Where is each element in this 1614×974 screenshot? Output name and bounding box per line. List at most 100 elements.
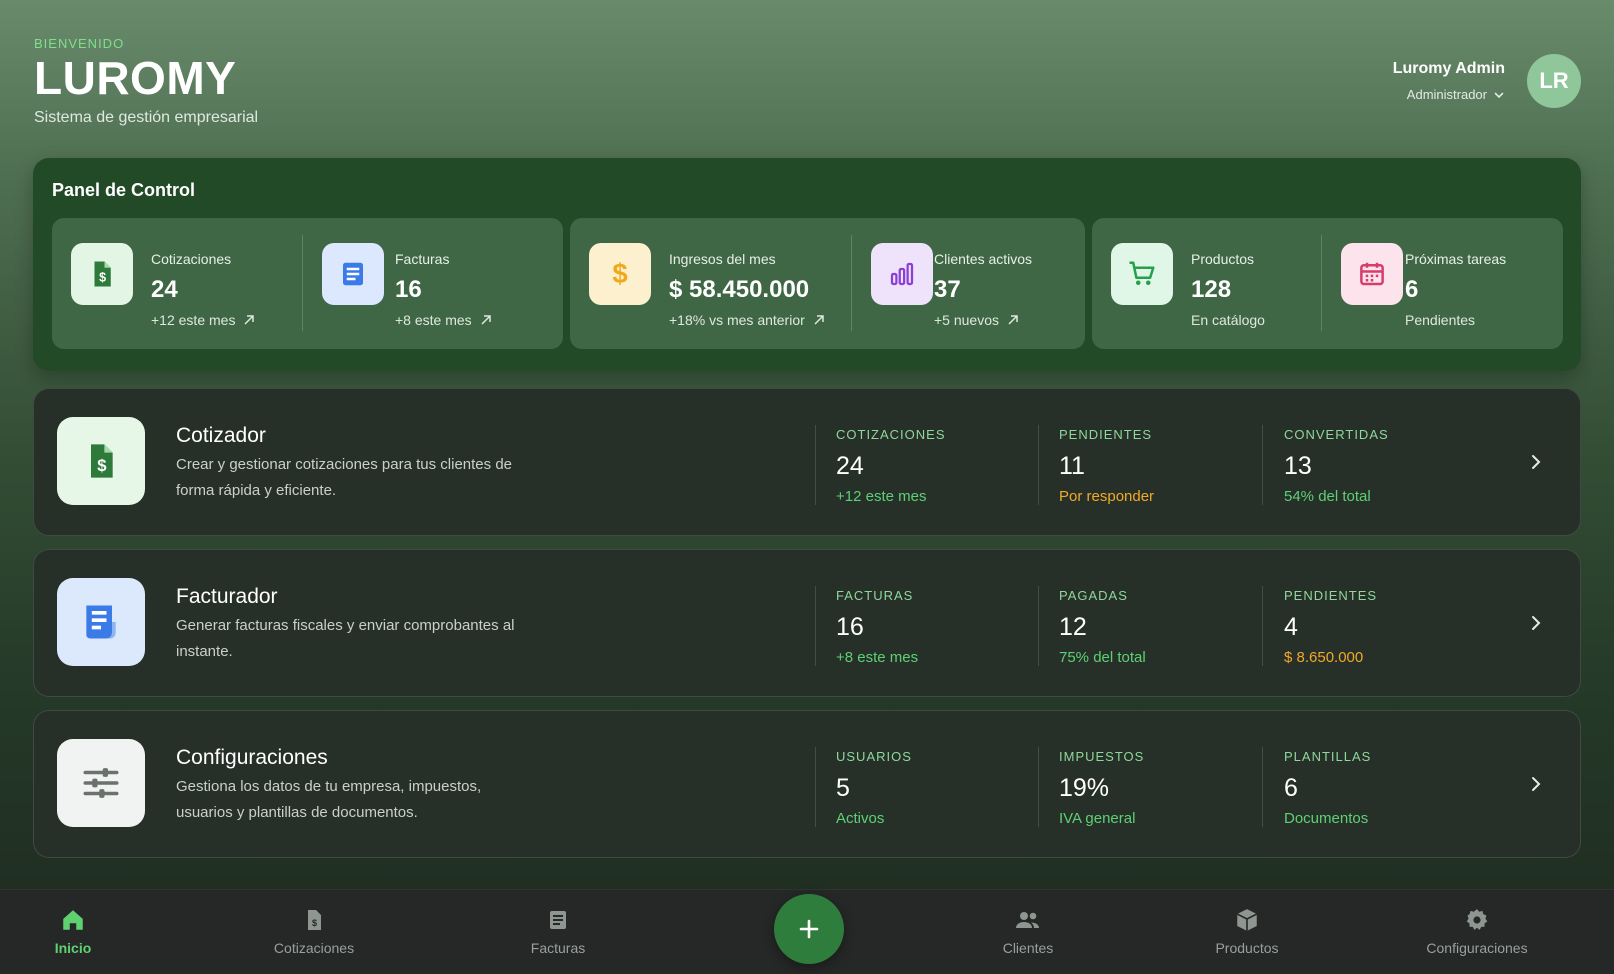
stat-clientes[interactable]: Clientes activos 37 +5 nuevos — [852, 218, 1085, 349]
stat-group-documents: $ Cotizaciones 24 +12 este mes Facturas … — [52, 218, 563, 349]
nav-item-productos[interactable]: Productos — [1177, 906, 1317, 956]
metric-value: 13 — [1284, 452, 1312, 480]
metric-value: 19% — [1059, 774, 1110, 802]
cart-icon — [1111, 243, 1173, 305]
metric-sub: IVA general — [1059, 810, 1136, 827]
chevron-down-icon — [1494, 92, 1504, 98]
chevron-right-icon[interactable] — [1526, 613, 1546, 633]
stat-sub-text: +8 este mes — [395, 312, 472, 328]
stat-group-operations: Productos 128 En catálogo Próximas tarea… — [1092, 218, 1563, 349]
user-name: Luromy Admin — [1392, 60, 1505, 77]
stat-sub: En catálogo — [1191, 312, 1265, 328]
svg-text:$: $ — [612, 259, 627, 289]
metric-sub: Activos — [836, 810, 885, 827]
metric-label: PENDIENTES — [1059, 427, 1153, 442]
metric-label: PLANTILLAS — [1284, 749, 1372, 764]
metric-label: PENDIENTES — [1284, 588, 1378, 603]
stat-value: $ 58.450.000 — [669, 276, 810, 303]
metric-facturas: FACTURAS 16 +8 este mes — [836, 588, 918, 666]
metric-sub: Por responder — [1059, 488, 1155, 505]
nav-label: Inicio — [54, 940, 92, 956]
box-icon — [1177, 906, 1317, 934]
metric-cotizaciones: COTIZACIONES 24 +12 este mes — [836, 427, 946, 505]
calendar-icon — [1341, 243, 1403, 305]
nav-label: Cotizaciones — [273, 940, 355, 956]
stat-label: Facturas — [395, 251, 450, 267]
metric-value: 16 — [836, 613, 864, 641]
nav-label: Clientes — [1002, 940, 1054, 956]
stat-ingresos[interactable]: $ Ingresos del mes $ 58.450.000 +18% vs … — [570, 218, 851, 349]
control-panel: Panel de Control $ Cotizaciones 24 +12 e… — [33, 158, 1581, 371]
divider — [1262, 586, 1263, 666]
metric-value: 12 — [1059, 613, 1087, 641]
metric-value: 5 — [836, 774, 850, 802]
metric-sub: +8 este mes — [836, 649, 919, 666]
avatar[interactable]: LR — [1527, 54, 1581, 108]
home-icon — [3, 906, 143, 934]
quote-dollar-icon: $ — [71, 243, 133, 305]
bar-chart-icon — [871, 243, 933, 305]
nav-item-clientes[interactable]: Clientes — [958, 906, 1098, 956]
stat-value: 16 — [395, 276, 422, 303]
header: BIENVENIDO LUROMY Sistema de gestión emp… — [34, 36, 258, 127]
user-info[interactable]: Luromy Admin Administrador — [1393, 60, 1505, 102]
divider — [1038, 425, 1039, 505]
chevron-right-icon[interactable] — [1526, 452, 1546, 472]
sliders-icon — [57, 739, 145, 827]
stat-sub-text: +18% vs mes anterior — [669, 312, 805, 328]
trend-up-icon — [814, 315, 824, 325]
metric-value: 24 — [836, 452, 864, 480]
panel-title: Panel de Control — [52, 180, 196, 200]
stat-sub: +8 este mes — [395, 312, 492, 328]
stat-facturas[interactable]: Facturas 16 +8 este mes — [303, 218, 563, 349]
stat-value: 24 — [151, 276, 178, 303]
people-icon — [958, 906, 1098, 934]
nav-item-configuraciones[interactable]: Configuraciones — [1407, 906, 1547, 956]
invoice-icon — [488, 906, 628, 934]
svg-text:$: $ — [99, 271, 106, 285]
metric-label: CONVERTIDAS — [1284, 427, 1389, 442]
module-description: Gestiona los datos de tu empresa, impues… — [176, 778, 482, 821]
brand-tagline: Sistema de gestión empresarial — [34, 109, 259, 126]
metric-impuestos: IMPUESTOS 19% IVA general — [1059, 749, 1144, 827]
metric-sub: 75% del total — [1059, 649, 1146, 666]
divider — [1038, 747, 1039, 827]
invoice-icon — [322, 243, 384, 305]
stat-label: Cotizaciones — [151, 251, 232, 267]
welcome-label: BIENVENIDO — [34, 36, 125, 51]
module-card-cotizador[interactable]: $ Cotizador Crear y gestionar cotizacion… — [33, 388, 1581, 536]
chevron-right-icon[interactable] — [1526, 774, 1546, 794]
dollar-icon: $ — [589, 243, 651, 305]
metric-value: 6 — [1284, 774, 1298, 802]
metric-pagadas: PAGADAS 12 75% del total — [1059, 588, 1146, 666]
stat-value: 37 — [934, 276, 961, 303]
stat-productos[interactable]: Productos 128 En catálogo — [1092, 218, 1321, 349]
module-title: Configuraciones — [176, 746, 328, 769]
metric-sub: +12 este mes — [836, 488, 927, 505]
divider — [1262, 425, 1263, 505]
user-role: Administrador — [1406, 87, 1487, 102]
nav-item-cotizaciones[interactable]: $ Cotizaciones — [244, 906, 384, 956]
metric-label: COTIZACIONES — [836, 427, 946, 442]
add-button[interactable] — [774, 894, 844, 964]
metric-label: USUARIOS — [836, 749, 912, 764]
nav-item-facturas[interactable]: Facturas — [488, 906, 628, 956]
quote-icon: $ — [244, 906, 384, 934]
stat-value: 6 — [1405, 276, 1419, 303]
stat-label: Ingresos del mes — [669, 251, 776, 267]
stat-label: Clientes activos — [934, 251, 1033, 267]
nav-item-inicio[interactable]: Inicio — [3, 906, 143, 956]
stat-cotizaciones[interactable]: $ Cotizaciones 24 +12 este mes — [52, 218, 302, 349]
metric-sub: Documentos — [1284, 810, 1369, 827]
user-role-dropdown[interactable]: Administrador — [1393, 87, 1505, 102]
module-card-facturador[interactable]: Facturador Generar facturas fiscales y e… — [33, 549, 1581, 697]
divider — [815, 425, 816, 505]
stat-tareas[interactable]: Próximas tareas 6 Pendientes — [1322, 218, 1563, 349]
metric-label: PAGADAS — [1059, 588, 1128, 603]
stat-group-finance: $ Ingresos del mes $ 58.450.000 +18% vs … — [570, 218, 1085, 349]
metric-label: FACTURAS — [836, 588, 914, 603]
user-menu[interactable]: Luromy Admin Administrador LR — [1393, 54, 1581, 108]
module-card-configuraciones[interactable]: Configuraciones Gestiona los datos de tu… — [33, 710, 1581, 858]
stat-sub-text: +5 nuevos — [934, 312, 999, 328]
module-description: Generar facturas fiscales y enviar compr… — [176, 617, 515, 660]
